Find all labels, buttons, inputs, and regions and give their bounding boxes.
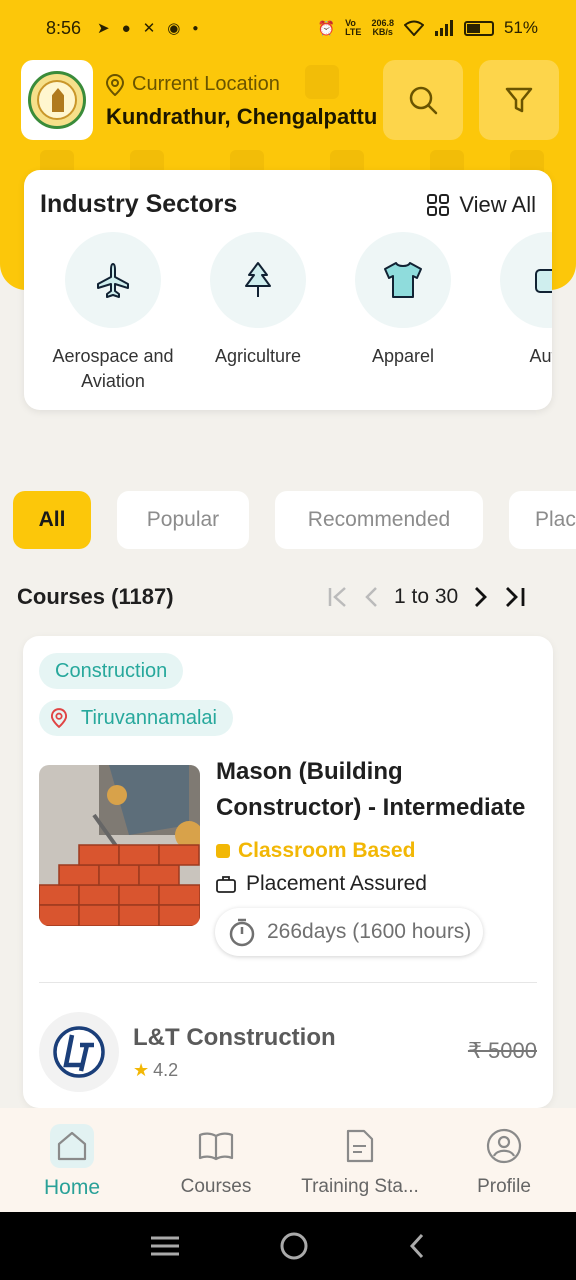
chip-recommended[interactable]: Recommended <box>275 491 483 549</box>
industry-sectors-card: Industry Sectors View All Aerospace and … <box>24 170 552 410</box>
page-range: 1 to 30 <box>394 585 459 608</box>
chat-icon: ● <box>121 19 131 37</box>
telegram-icon: ➤ <box>97 20 110 37</box>
sector-aerospace[interactable]: Aerospace and Aviation <box>38 232 188 394</box>
sector-apparel[interactable]: Apparel <box>328 232 478 369</box>
star-icon: ★ <box>133 1060 150 1080</box>
course-card[interactable]: Construction Tiruvannamalai Mason (Build… <box>23 636 553 1108</box>
course-title[interactable]: Mason (Building Constructor) - Intermedi… <box>216 754 546 826</box>
course-image <box>39 765 200 926</box>
search-button[interactable] <box>383 60 463 140</box>
location-pin-icon <box>106 73 124 96</box>
location-pin-icon <box>51 708 67 728</box>
briefcase-icon <box>216 876 236 893</box>
back-icon[interactable] <box>407 1232 427 1260</box>
app-logo[interactable] <box>21 60 93 140</box>
notification-icons: ➤ ● ✕ ◉ ● <box>97 19 199 38</box>
view-all-button[interactable]: View All <box>427 192 536 218</box>
wifi-icon <box>403 20 424 36</box>
last-page-icon[interactable] <box>502 585 528 609</box>
course-sector-tag: Construction <box>39 653 184 689</box>
alarm-icon: ⏰ <box>317 19 336 36</box>
previous-page-icon[interactable] <box>362 585 382 609</box>
sector-automotive[interactable]: Auto <box>473 232 552 369</box>
industry-sectors-title: Industry Sectors <box>40 190 238 218</box>
home-icon <box>57 1131 87 1161</box>
document-icon <box>346 1129 374 1163</box>
recent-apps-icon[interactable] <box>149 1234 181 1258</box>
profile-icon <box>486 1128 522 1164</box>
chip-popular[interactable]: Popular <box>117 491 249 549</box>
home-circle-icon[interactable] <box>279 1231 309 1261</box>
provider-name: L&T Construction <box>133 1024 336 1051</box>
course-mode: Classroom Based <box>216 839 415 863</box>
chip-all[interactable]: All <box>13 491 91 549</box>
battery-icon <box>463 20 494 36</box>
missed-call-icon: ✕ <box>142 20 156 37</box>
current-location-label[interactable]: Current Location <box>106 73 280 96</box>
placement-info: Placement Assured <box>216 872 427 896</box>
volte-icon: Vo LTE <box>345 18 362 37</box>
grid-icon <box>427 194 450 216</box>
status-time: 8:56 <box>46 17 82 38</box>
pagination: 1 to 30 <box>326 582 528 612</box>
filter-icon <box>505 87 533 113</box>
status-bar: 8:56 ➤ ● ✕ ◉ ● ⏰ Vo LTE 206.8 KB/s 51% <box>0 0 576 56</box>
chip-placement[interactable]: Plac <box>509 491 576 549</box>
current-location-value[interactable]: Kundrathur, Chengalpattu <box>106 104 377 130</box>
provider-logo <box>39 1012 119 1092</box>
course-duration: 266days (1600 hours) <box>215 908 484 956</box>
nav-training-status[interactable]: Training Sta... <box>288 1108 432 1212</box>
provider-rating: ★ 4.2 <box>133 1060 179 1080</box>
card-divider <box>39 982 537 983</box>
lt-logo-icon <box>53 1026 105 1078</box>
mode-indicator-icon <box>216 844 230 858</box>
bottom-navigation: Home Courses Training Sta... Profile <box>0 1108 576 1212</box>
filter-button[interactable] <box>479 60 559 140</box>
search-icon <box>409 86 438 115</box>
network-speed: 206.8 KB/s <box>371 18 394 37</box>
first-page-icon[interactable] <box>326 585 350 609</box>
automotive-icon <box>535 269 552 293</box>
signal-icon <box>434 20 453 36</box>
nav-home[interactable]: Home <box>0 1108 144 1212</box>
next-page-icon[interactable] <box>470 585 490 609</box>
airplane-icon <box>97 263 129 298</box>
whatsapp-icon: ◉ <box>167 20 181 37</box>
nav-courses[interactable]: Courses <box>144 1108 288 1212</box>
courses-count: Courses (1187) <box>17 584 174 609</box>
timer-icon <box>229 918 255 947</box>
battery-percent: 51% <box>503 18 538 37</box>
more-notifications-icon: ● <box>192 22 199 34</box>
nav-profile[interactable]: Profile <box>432 1108 576 1212</box>
book-icon <box>198 1132 234 1161</box>
system-navigation-bar <box>0 1212 576 1280</box>
tree-icon <box>245 262 271 297</box>
sector-agriculture[interactable]: Agriculture <box>183 232 333 369</box>
course-price: ₹ 5000 <box>467 1038 537 1063</box>
tn-government-seal-icon <box>28 71 86 129</box>
course-location-tag: Tiruvannamalai <box>39 700 233 736</box>
tshirt-icon <box>384 262 422 298</box>
